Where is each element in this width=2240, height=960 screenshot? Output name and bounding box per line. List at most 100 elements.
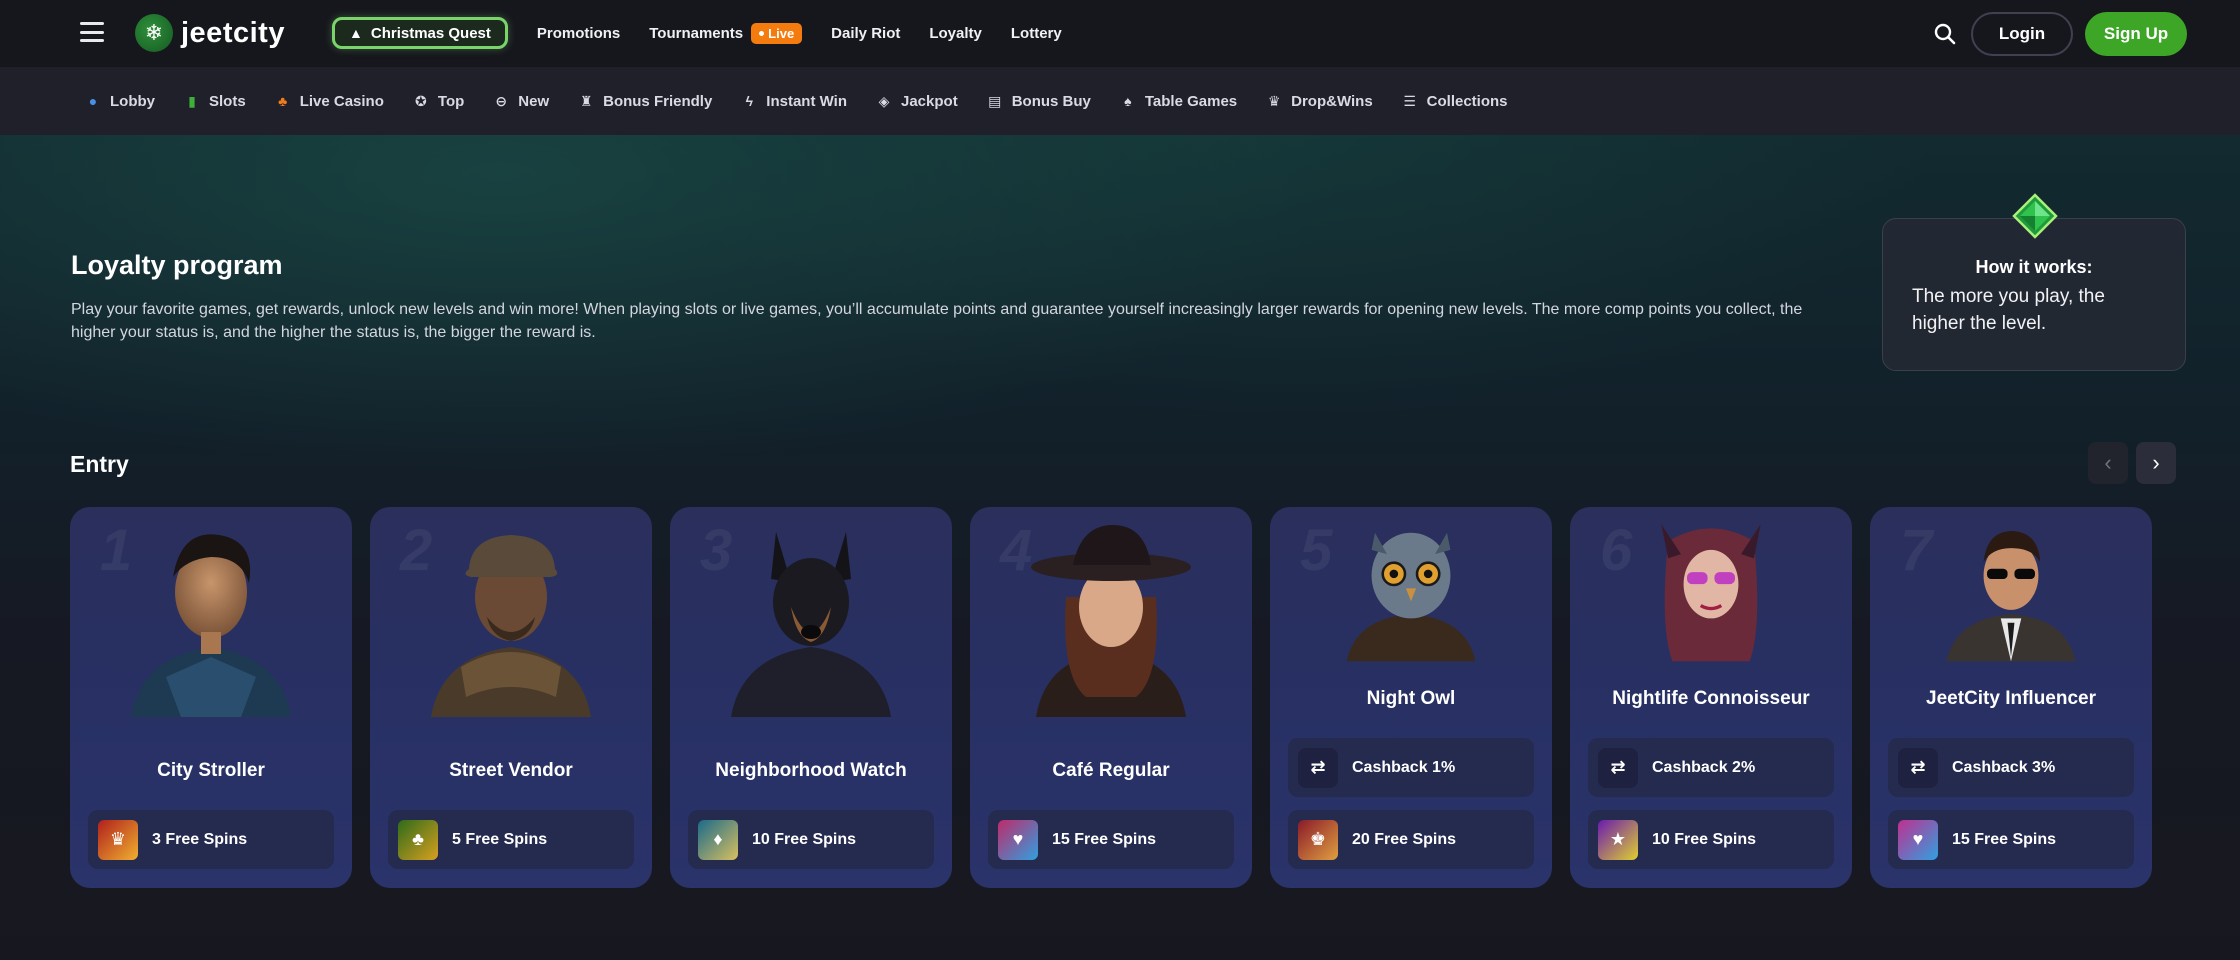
nav-promotions[interactable]: Promotions [537,25,620,42]
category-label: Slots [209,92,246,110]
cashback-perk: ⇄ Cashback 2% [1588,738,1834,797]
level-name: Street Vendor [449,760,573,781]
free-spins-label: 10 Free Spins [752,830,857,848]
game-thumbnail-icon: ♣ [398,819,438,860]
category-slots[interactable]: ▮ Slots [183,92,246,110]
level-card[interactable]: 1 City Stroller ♛ 3 Free Spins [70,507,352,888]
category-drop-wins[interactable]: ♛ Drop&Wins [1265,92,1373,110]
top-icon: ✪ [415,93,427,109]
category-label: Bonus Friendly [603,92,713,110]
bonus-friendly-icon: ♜ [579,93,593,109]
nav-promotions-label: Promotions [536,24,621,42]
free-spins-label: 15 Free Spins [1052,830,1157,848]
nav-daily-riot-label: Daily Riot [831,24,901,42]
category-label: Live Casino [299,92,384,110]
loyalty-description: Play your favorite games, get rewards, u… [71,301,1803,341]
level-card[interactable]: 5 Night Owl ⇄ Cashback 1% ♚ 20 Free Spin… [1270,507,1552,888]
slots-icon: ▮ [188,93,196,109]
free-spins-perk: ♛ 3 Free Spins [88,810,334,869]
free-spins-perk: ♥ 15 Free Spins [988,810,1234,869]
christmas-quest-button[interactable]: ▲ Christmas Quest [332,17,508,49]
how-it-works-title: How it works: [1975,257,2093,277]
game-thumbnail-icon: ♥ [1898,819,1938,860]
level-name: Neighborhood Watch [715,760,907,781]
free-spins-perk: ♣ 5 Free Spins [388,810,634,869]
nav-tournaments-label: Tournaments [649,24,744,42]
level-card[interactable]: 6 Nightlife Connoisseur ⇄ Cashback 2% ★ … [1570,507,1852,888]
level-name: Night Owl [1366,688,1456,709]
top-nav: ▲ Christmas Quest Promotions Tournaments… [332,17,1062,49]
bonus-buy-icon: ▤ [988,93,1002,109]
how-it-works-card: How it works: The more you play, the hig… [1882,218,2186,371]
entry-section-title: Entry [70,451,129,477]
cashback-perk: ⇄ Cashback 1% [1288,738,1534,797]
top-header: ❄ jeetcity ▲ Christmas Quest Promotions … [0,0,2240,67]
cashback-label: Cashback 3% [1952,758,2056,776]
level-card[interactable]: 2 Street Vendor ♣ 5 Free Spins [370,507,652,888]
instant-win-icon: ϟ [745,93,753,109]
nav-loyalty[interactable]: Loyalty [929,25,982,42]
category-collections[interactable]: ☰ Collections [1401,92,1508,110]
level-card[interactable]: 3 Neighborhood Watch ♦ 10 Free Spins [670,507,952,888]
category-jackpot[interactable]: ◈ Jackpot [875,92,958,110]
logo-text: jeetcity [181,16,285,49]
level-name: Café Regular [1052,760,1170,781]
category-instant-win[interactable]: ϟ Instant Win [740,92,847,110]
cashback-icon: ⇄ [1298,747,1338,788]
site-logo[interactable]: ❄ jeetcity [135,14,285,52]
christmas-tree-icon: ▲ [349,25,363,41]
level-card[interactable]: 4 Café Regular ♥ 15 Free Spins [970,507,1252,888]
free-spins-perk: ♦ 10 Free Spins [688,810,934,869]
live-badge: Live [751,22,803,44]
cashback-icon: ⇄ [1898,747,1938,788]
jackpot-icon: ◈ [878,93,890,109]
cashback-label: Cashback 2% [1652,758,1756,776]
collections-icon: ☰ [1403,93,1416,109]
category-bar: ● Lobby ▮ Slots ♣ Live Casino ✪ Top ⊖ Ne… [0,67,2240,135]
chevron-right-icon: › [2152,450,2160,475]
category-lobby[interactable]: ● Lobby [84,92,155,110]
category-bonus-friendly[interactable]: ♜ Bonus Friendly [577,92,712,110]
game-thumbnail-icon: ♦ [698,819,738,860]
category-label: Collections [1426,92,1508,110]
night-owl-portrait [1346,532,1476,662]
category-live-casino[interactable]: ♣ Live Casino [274,92,384,110]
menu-icon[interactable] [80,22,104,42]
level-name: Nightlife Connoisseur [1612,688,1810,709]
free-spins-label: 10 Free Spins [1652,830,1757,848]
category-new[interactable]: ⊖ New [492,92,549,110]
loyalty-title: Loyalty program [71,250,283,280]
table-games-icon: ♠ [1124,93,1132,109]
free-spins-label: 3 Free Spins [152,830,248,848]
how-it-works-text: The more you play, the higher the level. [1912,286,2105,334]
nav-tournaments[interactable]: Tournaments Live [649,22,803,44]
search-icon[interactable] [1933,22,1957,46]
cashback-label: Cashback 1% [1352,758,1456,776]
game-thumbnail-icon: ♥ [998,819,1038,860]
new-icon: ⊖ [495,93,508,109]
level-name: City Stroller [157,760,265,781]
level-name: JeetCity Influencer [1926,688,2096,709]
category-top[interactable]: ✪ Top [412,92,464,110]
login-button[interactable]: Login [1971,12,2073,56]
category-label: Jackpot [901,92,958,110]
free-spins-label: 5 Free Spins [452,830,548,848]
level-card[interactable]: 7 JeetCity Influencer ⇄ Cashback 3% ♥ 15… [1870,507,2152,888]
signup-button[interactable]: Sign Up [2085,12,2187,56]
carousel-prev-button[interactable]: ‹ [2088,442,2128,484]
emerald-gem-icon [2012,193,2058,239]
free-spins-perk: ♚ 20 Free Spins [1288,810,1534,869]
cashback-perk: ⇄ Cashback 3% [1888,738,2134,797]
nav-lottery[interactable]: Lottery [1011,25,1062,42]
nav-daily-riot[interactable]: Daily Riot [831,25,900,42]
nightlife-connoisseur-portrait [1661,524,1761,662]
category-table-games[interactable]: ♠ Table Games [1119,92,1237,110]
category-label: New [518,92,550,110]
cashback-icon: ⇄ [1598,747,1638,788]
carousel-next-button[interactable]: › [2136,442,2176,484]
category-bonus-buy[interactable]: ▤ Bonus Buy [986,92,1091,110]
game-thumbnail-icon: ♛ [98,819,138,860]
lobby-icon: ● [88,93,98,109]
game-thumbnail-icon: ★ [1598,819,1638,860]
category-label: Instant Win [766,92,847,110]
